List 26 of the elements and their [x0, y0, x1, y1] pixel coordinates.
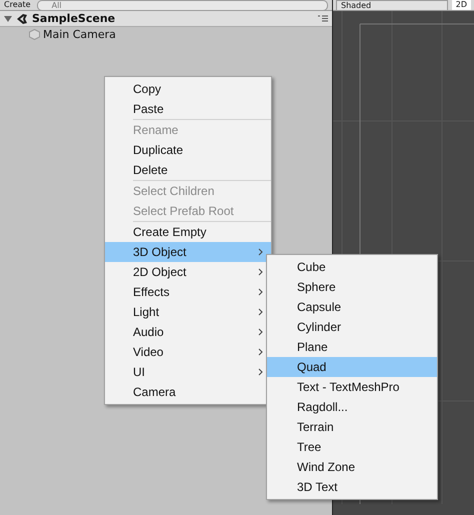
- menu-item[interactable]: 3D Object: [105, 242, 271, 262]
- menu-item[interactable]: Ragdoll...: [267, 397, 437, 417]
- scene-name[interactable]: SampleScene: [32, 12, 116, 25]
- view-toggle[interactable]: 2D: [452, 0, 471, 10]
- menu-item[interactable]: Duplicate: [105, 140, 271, 160]
- menu-item[interactable]: Wind Zone: [267, 457, 437, 477]
- menu-item[interactable]: Plane: [267, 337, 437, 357]
- menu-item[interactable]: 3D Text: [267, 477, 437, 497]
- menu-item[interactable]: Copy: [105, 79, 271, 99]
- menu-item[interactable]: Quad: [267, 357, 437, 377]
- menu-item[interactable]: Capsule: [267, 297, 437, 317]
- expand-triangle-icon[interactable]: [4, 14, 12, 22]
- hierarchy-item[interactable]: Main Camera: [43, 28, 116, 40]
- menu-item[interactable]: Delete: [105, 160, 271, 180]
- menu-icon[interactable]: [318, 15, 328, 22]
- shading-dropdown[interactable]: Shaded: [336, 0, 448, 10]
- menu-item[interactable]: Terrain: [267, 417, 437, 437]
- menu-item[interactable]: Tree: [267, 437, 437, 457]
- create-menu[interactable]: Create: [4, 0, 31, 10]
- unity-logo-icon: [16, 12, 28, 24]
- menu-item[interactable]: Paste: [105, 99, 271, 119]
- menu-item[interactable]: Create Empty: [105, 222, 271, 242]
- menu-item[interactable]: Sphere: [267, 277, 437, 297]
- menu-item[interactable]: Cylinder: [267, 317, 437, 337]
- menu-item[interactable]: Text - TextMeshPro: [267, 377, 437, 397]
- search-field[interactable]: All: [36, 0, 328, 10]
